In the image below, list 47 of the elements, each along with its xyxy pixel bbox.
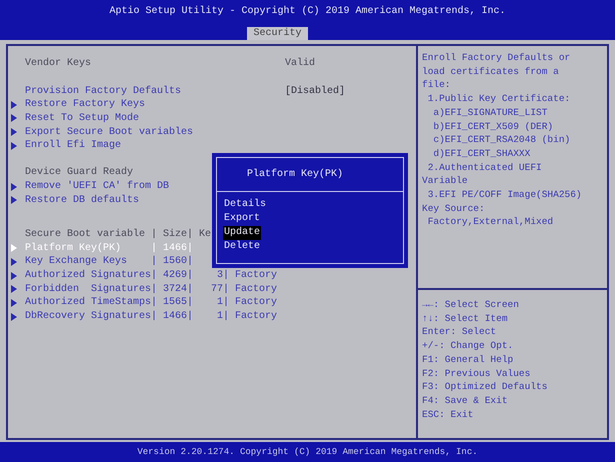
help-text: 3.EFI PE/COFF Image(SHA256) (426, 188, 583, 202)
window-title: Aptio Setup Utility - Copyright (C) 2019 American Megatrends, Inc. (109, 6, 506, 17)
help-text: Factory,External,Mixed (426, 215, 554, 230)
version-text: Version 2.20.1274. Copyright (C) 2019 American Megatrends, Inc. (137, 447, 478, 457)
menu-item[interactable]: Authorized Signatures| 4269| 3| Factory (25, 270, 278, 282)
help-text: Variable (422, 174, 469, 188)
help-text: Key Source: (422, 202, 486, 216)
info-label: Secure Boot variable | Size| Ke (25, 229, 212, 240)
menu-item[interactable]: Enroll Efi Image (25, 140, 122, 152)
help-text: d)EFI_CERT_SHAXXX (432, 146, 532, 161)
popup-option[interactable]: Update (223, 226, 262, 240)
menu-item[interactable]: Restore Factory Keys (25, 99, 146, 110)
help-text: 2.Authenticated UEFI (426, 160, 543, 174)
menu-item[interactable]: Remove 'UEFI CA' from DB (25, 181, 170, 192)
help-text: c)EFI_CERT_RSA2048 (bin) (432, 133, 572, 147)
menu-item[interactable]: Reset To Setup Mode (25, 112, 140, 124)
info-label: Vendor Keys (25, 58, 92, 70)
menu-item[interactable]: Authorized TimeStamps| 1565| 1| Factory (25, 297, 278, 308)
popup-title: Platform Key(PK) (217, 158, 403, 192)
key-hint: F2: Previous Values (422, 366, 532, 380)
key-hint: F4: Save & Exit (422, 394, 509, 408)
popup-option[interactable]: Export (223, 212, 262, 226)
menu-item[interactable]: Forbidden Signatures| 3724| 77| Factory (25, 284, 278, 295)
help-text: 1.Public Key Certificate: (426, 92, 572, 106)
popup-option[interactable]: Delete (223, 240, 262, 254)
help-text: Enroll Factory Defaults or (422, 51, 572, 65)
key-hint: ↑↓: Select Item (422, 312, 509, 326)
menu-item[interactable]: DbRecovery Signatures| 1466| 1| Factory (25, 311, 278, 322)
help-text: b)EFI_CERT_X509 (DER) (432, 120, 554, 134)
setting-value: Valid (285, 58, 316, 70)
menu-item[interactable]: Provision Factory Defaults (25, 86, 285, 97)
menu-item[interactable]: Restore DB defaults (25, 194, 140, 206)
help-text: file: (422, 78, 452, 92)
key-hint: F3: Optimized Defaults (422, 380, 548, 394)
setting-value[interactable]: [Disabled] (285, 86, 346, 97)
key-hint: F1: General Help (422, 352, 514, 367)
info-label: Device Guard Ready (25, 167, 134, 178)
tab[interactable]: Security (247, 27, 308, 40)
help-text: a)EFI_SIGNATURE_LIST (432, 106, 548, 120)
menu-item[interactable]: Export Secure Boot variables (25, 126, 194, 138)
key-hint: Enter: Select (422, 325, 498, 340)
popup-option[interactable]: Details (223, 198, 268, 212)
key-hint: ESC: Exit (422, 408, 474, 422)
help-text: load certificates from a (422, 64, 560, 78)
menu-item[interactable]: Key Exchange Keys | 1560| (25, 256, 194, 268)
key-hint: +/-: Change Opt. (422, 339, 514, 353)
key-hint: →←: Select Screen (422, 298, 520, 312)
